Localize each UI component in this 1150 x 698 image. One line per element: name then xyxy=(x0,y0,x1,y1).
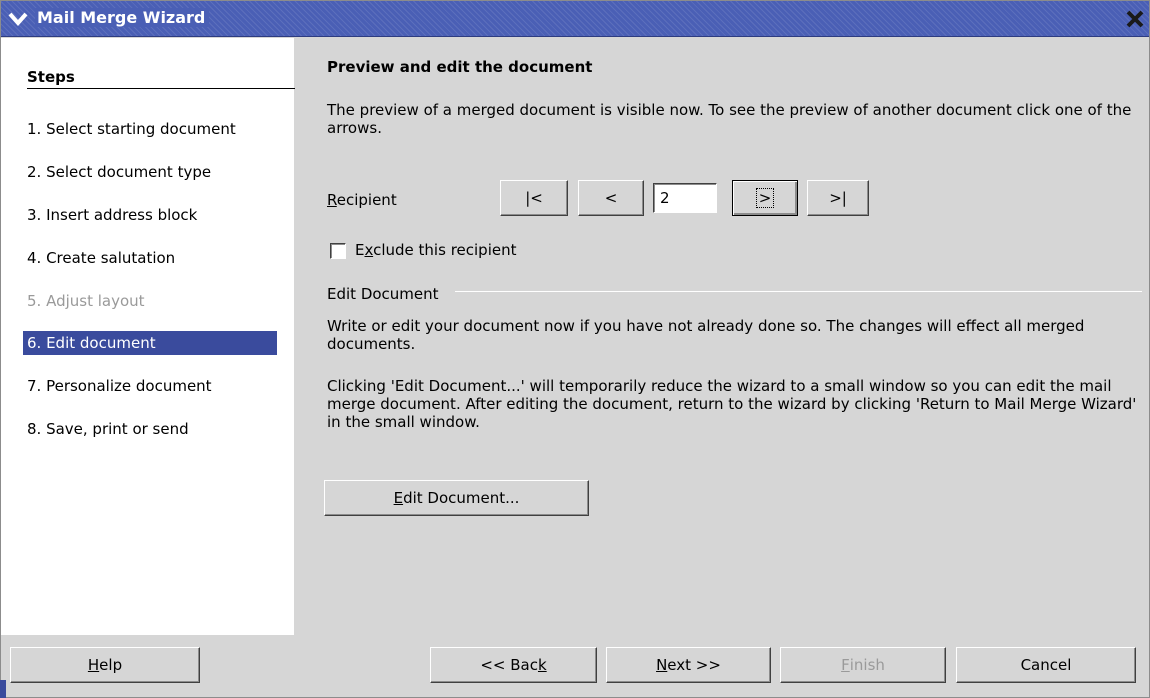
chevron-down-icon[interactable] xyxy=(7,9,29,29)
footer-button-bar: Help << Bac k Next >> Finish Cancel xyxy=(1,635,1149,697)
recipient-label: Recipient xyxy=(327,191,397,209)
steps-pane: Steps 1. Select starting document 2. Sel… xyxy=(1,38,295,635)
next-button-rest: ext >> xyxy=(667,656,721,674)
mail-merge-wizard-window: Mail Merge Wizard Steps 1. Select starti… xyxy=(0,0,1150,698)
edit-document-button-accel: E xyxy=(393,489,404,507)
next-recipient-button-label: > xyxy=(755,188,775,208)
finish-button: Finish xyxy=(780,647,946,683)
preview-intro-text: The preview of a merged document is visi… xyxy=(327,101,1132,137)
last-recipient-button[interactable]: >| xyxy=(807,180,869,216)
help-button[interactable]: Help xyxy=(10,647,200,683)
window-title: Mail Merge Wizard xyxy=(35,8,210,27)
edit-document-text-2: Clicking 'Edit Document...' will tempora… xyxy=(327,377,1137,431)
finish-button-accel: F xyxy=(841,656,850,674)
content-pane: Preview and edit the document The previe… xyxy=(295,38,1149,635)
next-button[interactable]: Next >> xyxy=(606,647,771,683)
exclude-label-rest: clude this recipient xyxy=(373,241,517,259)
previous-recipient-button[interactable]: < xyxy=(578,180,644,216)
step-select-starting-document[interactable]: 1. Select starting document xyxy=(27,117,281,141)
edit-document-group-title: Edit Document xyxy=(327,285,439,303)
edit-document-text-1: Write or edit your document now if you h… xyxy=(327,317,1085,353)
edit-document-button[interactable]: Edit Document... xyxy=(324,480,589,516)
help-button-accel: H xyxy=(87,656,100,674)
step-create-salutation[interactable]: 4. Create salutation xyxy=(27,246,281,270)
recipient-label-accel: R xyxy=(327,191,337,209)
help-button-rest: elp xyxy=(99,656,123,674)
back-button[interactable]: << Bac k xyxy=(430,647,597,683)
edit-document-group-line xyxy=(455,291,1142,292)
step-personalize-document[interactable]: 7. Personalize document xyxy=(27,374,281,398)
exclude-recipient-checkbox[interactable] xyxy=(330,243,346,259)
window-edge-accent xyxy=(0,680,6,698)
close-icon[interactable] xyxy=(1125,9,1145,29)
steps-divider xyxy=(27,88,295,89)
exclude-recipient-label[interactable]: Exclude this recipient xyxy=(355,241,516,259)
cancel-button[interactable]: Cancel xyxy=(956,647,1136,683)
step-adjust-layout: 5. Adjust layout xyxy=(27,292,145,310)
first-recipient-button[interactable]: |< xyxy=(500,180,568,216)
finish-button-rest: inish xyxy=(849,656,885,674)
exclude-label-accel: x xyxy=(364,241,374,259)
next-recipient-button[interactable]: > xyxy=(732,180,798,216)
back-button-accel: k xyxy=(537,656,547,674)
edit-document-button-rest: dit Document... xyxy=(403,489,520,507)
recipient-label-rest: ecipient xyxy=(336,191,397,209)
next-button-accel: N xyxy=(656,656,668,674)
back-button-pre: << Bac xyxy=(480,656,538,674)
page-title: Preview and edit the document xyxy=(327,58,593,76)
steps-header: Steps xyxy=(27,68,75,86)
title-bar: Mail Merge Wizard xyxy=(1,1,1149,37)
step-save-print-send[interactable]: 8. Save, print or send xyxy=(27,417,281,441)
step-select-document-type[interactable]: 2. Select document type xyxy=(27,160,281,184)
step-insert-address-block[interactable]: 3. Insert address block xyxy=(27,203,281,227)
recipient-number-field[interactable] xyxy=(653,183,717,213)
step-edit-document[interactable]: 6. Edit document xyxy=(23,331,277,355)
